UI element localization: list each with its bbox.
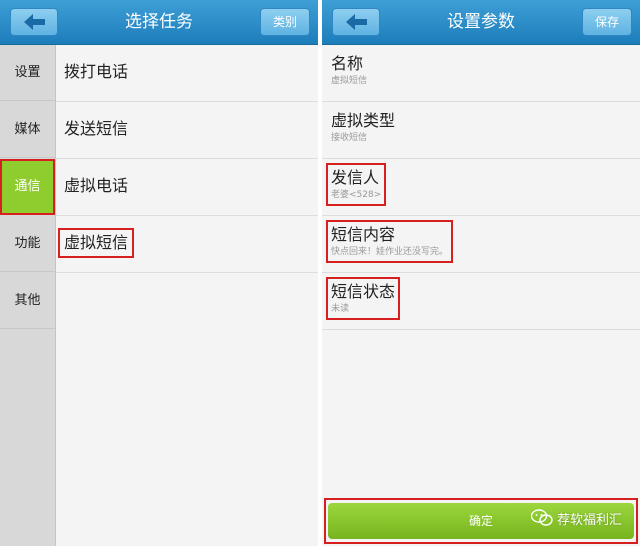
sidebar-item-other[interactable]: 其他 (0, 273, 55, 329)
param-box: 发信人 老婆<528> (325, 163, 387, 206)
sidebar-item-settings[interactable]: 设置 (0, 45, 55, 101)
param-box: 虚拟类型 接收短信 (328, 108, 398, 147)
param-value: 虚拟短信 (331, 76, 368, 86)
param-title: 名称 (331, 54, 364, 73)
back-button[interactable] (332, 8, 380, 36)
param-item-virtual-type[interactable]: 虚拟类型 接收短信 (322, 102, 640, 159)
watermark-text: 荐软福利汇 (556, 512, 622, 528)
param-value: 快点回来！娃作业还没写完。 (331, 247, 449, 257)
sidebar-item-functions[interactable]: 功能 (0, 216, 55, 272)
page-title: 设置参数 (447, 12, 515, 32)
param-value: 老婆<528> (331, 190, 382, 200)
save-button[interactable]: 保存 (582, 8, 632, 36)
task-item-send-sms[interactable]: 发送短信 (56, 102, 318, 159)
param-title: 短信内容 (331, 225, 396, 244)
param-box: 名称 虚拟短信 (328, 51, 370, 90)
page-title: 选择任务 (125, 12, 193, 32)
task-list: 拨打电话 发送短信 虚拟电话 虚拟短信 (56, 45, 318, 546)
task-item-fake-call[interactable]: 虚拟电话 (56, 159, 318, 216)
task-item-make-call[interactable]: 拨打电话 (56, 45, 318, 102)
category-button[interactable]: 类别 (260, 8, 310, 36)
task-label: 发送短信 (64, 119, 129, 138)
sidebar-item-media[interactable]: 媒体 (0, 102, 55, 158)
param-item-sms-status[interactable]: 短信状态 未读 (322, 273, 640, 330)
watermark: 荐软福利汇 (530, 507, 622, 529)
param-title: 虚拟类型 (331, 111, 396, 130)
back-button[interactable] (10, 8, 58, 36)
param-value: 未读 (331, 304, 350, 314)
task-label: 拨打电话 (64, 62, 129, 81)
back-arrow-icon (346, 14, 367, 30)
category-sidebar: 设置 媒体 通信 功能 其他 (0, 45, 56, 546)
set-parameters-screen: 设置参数 保存 名称 虚拟短信 虚拟类型 接收短信 发信人 老婆<528> 短信… (322, 0, 640, 546)
wechat-icon (530, 509, 553, 526)
top-bar: 选择任务 类别 (0, 0, 318, 45)
param-box: 短信内容 快点回来！娃作业还没写完。 (325, 220, 454, 263)
back-arrow-icon (24, 14, 45, 30)
task-item-fake-sms[interactable]: 虚拟短信 (56, 216, 318, 273)
task-label: 虚拟电话 (64, 176, 129, 195)
param-value: 接收短信 (331, 133, 368, 143)
param-item-sender[interactable]: 发信人 老婆<528> (322, 159, 640, 216)
param-box: 短信状态 未读 (325, 277, 401, 320)
select-task-screen: 选择任务 类别 设置 媒体 通信 功能 其他 拨打电话 发送短信 虚拟电话 虚拟… (0, 0, 318, 546)
param-title: 短信状态 (331, 282, 396, 301)
top-bar: 设置参数 保存 (322, 0, 640, 45)
sidebar-item-communication[interactable]: 通信 (0, 159, 55, 215)
param-title: 发信人 (331, 168, 380, 187)
task-label: 虚拟短信 (57, 228, 135, 258)
param-item-name[interactable]: 名称 虚拟短信 (322, 45, 640, 102)
param-item-sms-content[interactable]: 短信内容 快点回来！娃作业还没写完。 (322, 216, 640, 273)
